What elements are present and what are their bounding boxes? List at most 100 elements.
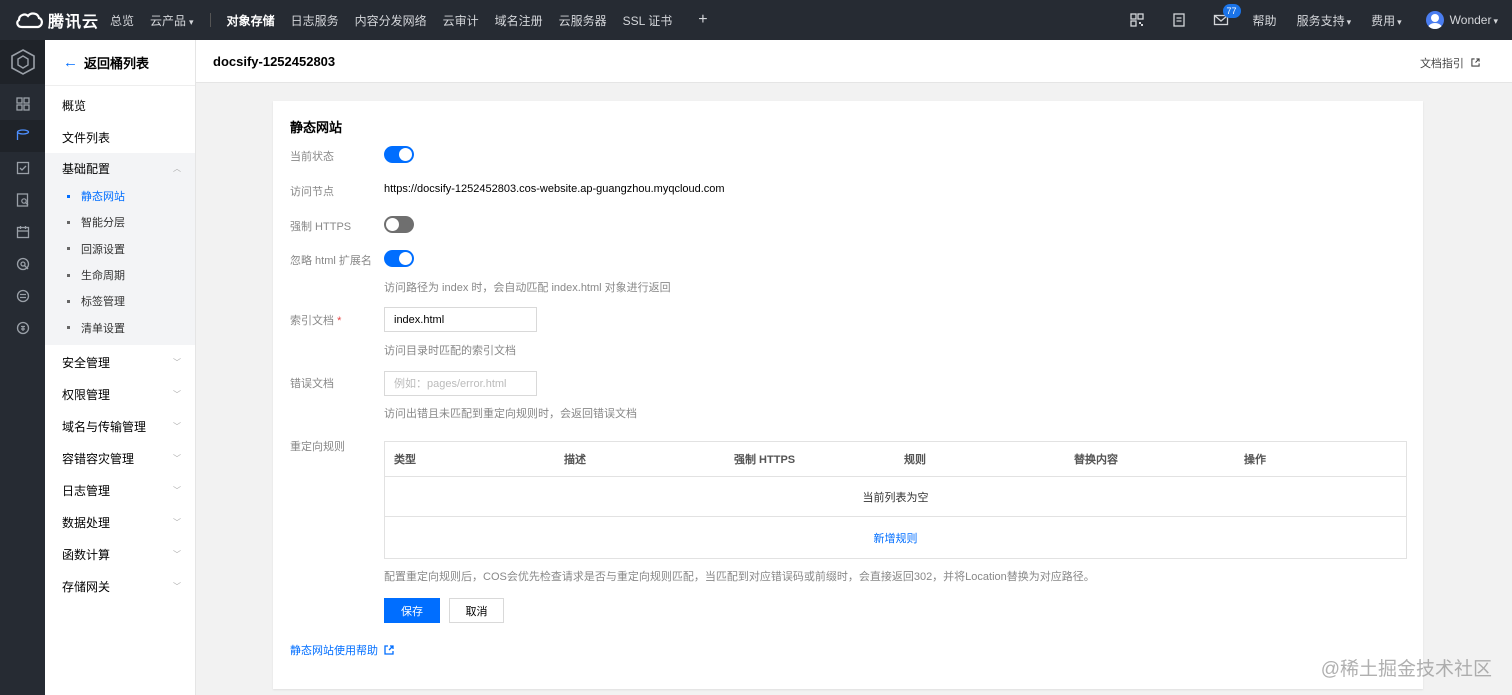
sidebar-item-label: 文件列表 (62, 130, 111, 145)
sidebar-item-bottom-3[interactable]: 容错容灾管理 ﹀ (45, 443, 195, 475)
cancel-button[interactable]: 取消 (449, 598, 504, 623)
sidebar-item-label: 权限管理 (62, 388, 111, 403)
support-label: 服务支持 (1296, 13, 1345, 28)
add-shortcut-icon[interactable]: + (698, 11, 707, 29)
sidebar-subitem-5[interactable]: 清单设置 (45, 314, 195, 340)
sidebar-subitem-2[interactable]: 回源设置 (45, 236, 195, 262)
table-header: 类型 描述 强制 HTTPS 规则 替换内容 操作 (385, 442, 1406, 477)
error-doc-input[interactable] (384, 371, 537, 396)
rail-item-calendar[interactable] (0, 216, 45, 248)
sidebar-item-top-1[interactable]: 文件列表 (45, 121, 195, 153)
document-icon[interactable] (1171, 12, 1187, 28)
chevron-down-icon: ▾ (1493, 16, 1498, 26)
sidebar-item-bottom-5[interactable]: 数据处理 ﹀ (45, 507, 195, 539)
nav-item-0[interactable]: 总览 (110, 12, 134, 29)
rail-item-storage[interactable] (0, 120, 45, 152)
tencent-cloud-logo[interactable]: 腾讯云 (0, 0, 110, 40)
sidebar-subitem-0[interactable]: 静态网站 (45, 183, 195, 209)
nav-item-1[interactable]: 云产品 ▾ (150, 12, 194, 29)
page-title: docsify-1252452803 (213, 53, 336, 69)
sidebar-item-label: 数据处理 (62, 516, 111, 531)
sidebar-item-label: 存储网关 (62, 580, 111, 595)
sidebar-subitem-1[interactable]: 智能分层 (45, 209, 195, 235)
sidebar-subitem-label: 生命周期 (81, 270, 125, 283)
static-website-help-link[interactable]: 静态网站使用帮助 (290, 642, 394, 658)
external-link-icon (1471, 58, 1480, 67)
mail-icon[interactable]: 77 (1213, 4, 1241, 28)
menu-group-basic-config: 基础配置 ︿ 静态网站 智能分层 回源设置生命周期标签管理清单设置 (45, 153, 195, 345)
rail-item-file-search[interactable] (0, 184, 45, 216)
status-label: 当前状态 (290, 151, 334, 163)
nav-pinned-3[interactable]: 云审计 (443, 12, 479, 29)
menu-item-basic-config[interactable]: 基础配置 ︿ (45, 153, 195, 183)
calendar-icon (16, 226, 29, 239)
sidebar-item-bottom-2[interactable]: 域名与传输管理 ﹀ (45, 411, 195, 443)
table-column-header: 操作 (1244, 454, 1266, 466)
storage-icon (16, 129, 29, 140)
help-link[interactable]: 帮助 (1253, 12, 1277, 29)
index-hint: 访问目录时匹配的索引文档 (384, 345, 516, 357)
sidebar-subitem-label: 标签管理 (81, 296, 125, 309)
rail-item-dashboard[interactable] (0, 88, 45, 120)
status-toggle[interactable] (384, 146, 414, 163)
qrcode-icon[interactable] (1129, 12, 1145, 28)
bullet-icon (67, 299, 70, 303)
nav-pinned-2[interactable]: 内容分发网络 (355, 12, 427, 29)
nav-pinned-5[interactable]: 云服务器 (559, 12, 607, 29)
endpoint-value: https://docsify-1252452803.cos-website.a… (384, 183, 725, 195)
sidebar-item-top-0[interactable]: 概览 (45, 89, 195, 121)
required-mark: * (337, 315, 342, 327)
user-menu[interactable]: Wonder ▾ (1450, 13, 1498, 27)
sidebar-item-bottom-7[interactable]: 存储网关 ﹀ (45, 571, 195, 603)
static-website-card: 静态网站 当前状态 访问节点 https://docsify-125245280… (273, 101, 1423, 689)
chevron-down-icon: ▾ (189, 16, 194, 27)
mail-badge: 77 (1222, 4, 1241, 18)
nav-pinned-0[interactable]: 对象存储 (227, 12, 275, 29)
avatar[interactable] (1425, 11, 1444, 29)
support-menu[interactable]: 服务支持 ▾ (1297, 12, 1352, 29)
save-button[interactable]: 保存 (384, 598, 440, 623)
sidebar-item-bottom-1[interactable]: 权限管理 ﹀ (45, 379, 195, 411)
ignore-ext-toggle[interactable] (384, 250, 414, 267)
top-right-tools: 77 帮助 服务支持 ▾ 费用 ▾ Wonder ▾ (1103, 0, 1498, 40)
rail-item-list-circle[interactable] (0, 280, 45, 312)
force-https-toggle[interactable] (384, 216, 414, 233)
ignore-ext-hint: 访问路径为 index 时，会自动匹配 index.html 对象进行返回 (384, 282, 671, 294)
sidebar-subitem-3[interactable]: 生命周期 (45, 262, 195, 288)
doc-guide-link[interactable]: 文档指引 (1420, 55, 1480, 71)
chevron-down-icon: ﹀ (173, 518, 181, 528)
rail-item-radar[interactable] (0, 248, 45, 280)
table-column-header: 强制 HTTPS (734, 454, 796, 466)
sidebar-item-bottom-4[interactable]: 日志管理 ﹀ (45, 475, 195, 507)
rail-item-checklist[interactable] (0, 152, 45, 184)
sidebar-item-label: 域名与传输管理 (62, 420, 147, 435)
sub-items: 静态网站 智能分层 回源设置生命周期标签管理清单设置 (45, 183, 195, 341)
sidebar-subitem-4[interactable]: 标签管理 (45, 288, 195, 314)
rail-logo[interactable] (0, 40, 45, 84)
sidebar-item-bottom-6[interactable]: 函数计算 ﹀ (45, 539, 195, 571)
chevron-down-icon: ﹀ (173, 454, 181, 464)
billing-menu[interactable]: 费用 ▾ (1371, 12, 1402, 29)
top-navbar: 腾讯云 总览 云产品 ▾ 对象存储 日志服务 内容分发网络 云审计 域名注册 云服务器 SSL 证… (0, 0, 1512, 40)
back-to-bucket-list[interactable]: ← 返回桶列表 (45, 40, 195, 86)
nav-pinned-1[interactable]: 日志服务 (291, 12, 339, 29)
table-column-header: 替换内容 (1074, 454, 1118, 466)
sidebar-item-label: 安全管理 (62, 356, 111, 371)
table-empty: 当前列表为空 (385, 477, 1406, 517)
table-column-header: 规则 (904, 454, 926, 466)
menu-top: 概览文件列表 (45, 86, 195, 153)
cloud-logo-icon (16, 12, 43, 29)
file-search-icon (16, 193, 28, 207)
logo-text: 腾讯云 (48, 14, 100, 31)
bullet-icon (67, 194, 70, 198)
rail-item-coin[interactable] (0, 312, 45, 344)
nav-pinned-4[interactable]: 域名注册 (495, 12, 543, 29)
sidebar-item-bottom-0[interactable]: 安全管理 ﹀ (45, 347, 195, 379)
redirect-rules-table: 类型 描述 强制 HTTPS 规则 替换内容 操作 当前列表为空 新增规则 (384, 441, 1407, 559)
index-doc-input[interactable] (384, 307, 537, 332)
sidebar-subitem-label: 清单设置 (81, 322, 125, 335)
bucket-sidebar: ← 返回桶列表 概览文件列表 基础配置 ︿ 静态网站 智能分层 回源设置生命周期标签… (45, 40, 196, 695)
nav-pinned-6[interactable]: SSL 证书 (623, 12, 673, 29)
add-rule-button[interactable]: 新增规则 (385, 517, 1406, 558)
cube-logo-icon (10, 49, 35, 75)
